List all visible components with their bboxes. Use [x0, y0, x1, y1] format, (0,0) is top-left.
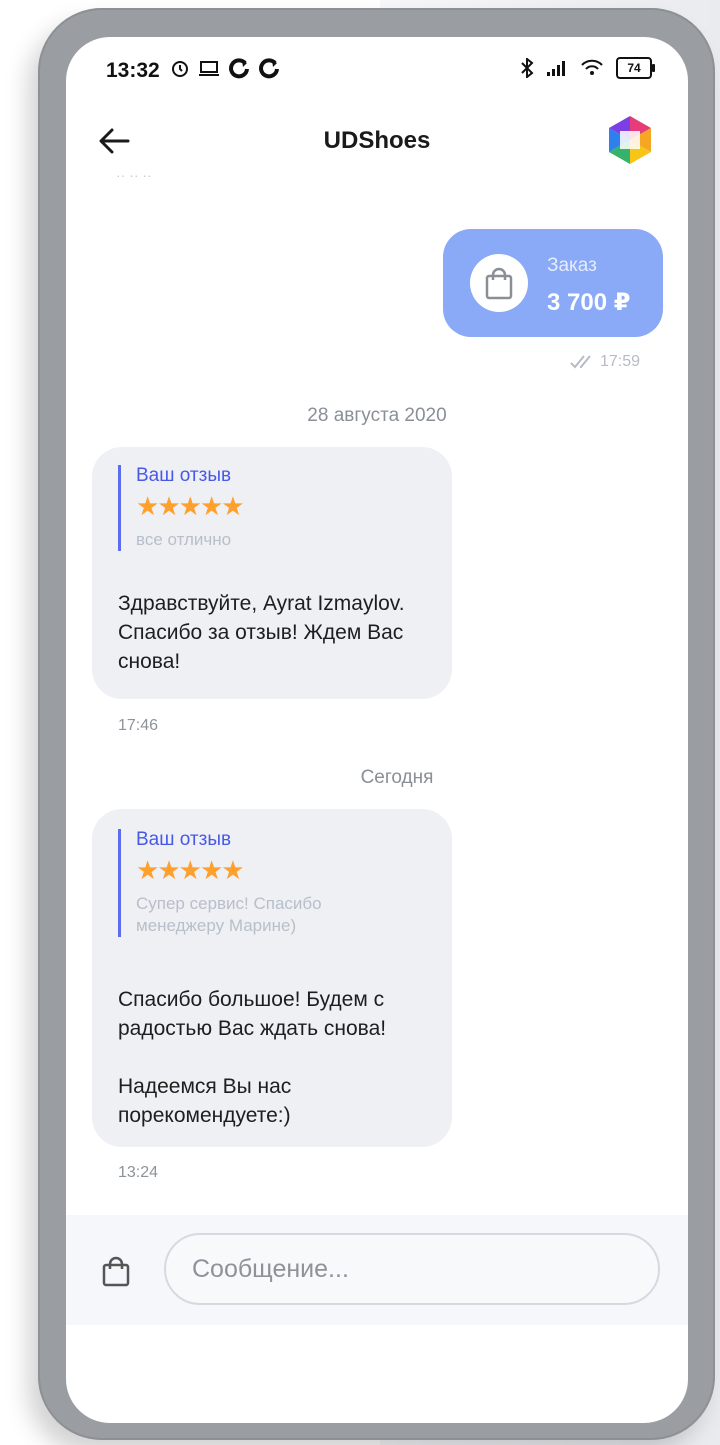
laptop-icon [199, 61, 219, 76]
star-icon: ★ [178, 855, 202, 885]
signal-icon [547, 61, 565, 76]
review-text: все отлично [136, 530, 232, 549]
chat-title: UDShoes [323, 127, 431, 154]
message-composer: Сообщение... [66, 1215, 688, 1325]
message-time: 17:46 [118, 717, 159, 734]
sync-icon [259, 58, 279, 79]
review-reply-bubble[interactable]: Ваш отзыв ★ ★ ★ ★ ★ все отлично Здравств… [92, 447, 452, 699]
star-icon: ★ [199, 855, 223, 885]
cut-off-timestamp: ·· ·· ·· [116, 167, 152, 183]
star-icon: ★ [157, 855, 180, 885]
status-bar: 13:32 74 [66, 37, 688, 97]
status-icons-right: 74 [520, 57, 655, 79]
sync-icon [229, 58, 249, 79]
star-icon: ★ [157, 491, 180, 521]
message-time: 13:24 [118, 1164, 159, 1181]
reply-text: Спасибо большое! Будем с радостью Вас жд… [118, 988, 387, 1127]
order-message-time: 17:59 [570, 353, 640, 371]
app-screen: 13:32 74 UDShoes ·· ·· ·· Заказ 3 700 ₽ … [66, 37, 688, 1423]
date-separator: 28 августа 2020 [307, 405, 447, 426]
message-input[interactable]: Сообщение... [164, 1233, 660, 1305]
review-quote: Ваш отзыв ★ ★ ★ ★ ★ все отлично [118, 465, 245, 551]
review-title: Ваш отзыв [136, 465, 232, 486]
chat-header: UDShoes [66, 107, 688, 177]
review-text: Супер сервис! Спасибо менеджеру Марине) [136, 894, 322, 935]
star-icon: ★ [199, 491, 223, 521]
review-reply-bubble[interactable]: Ваш отзыв ★ ★ ★ ★ ★ Супер сервис! Спасиб… [92, 809, 452, 1147]
star-icon: ★ [136, 491, 159, 521]
reply-text: Здравствуйте, Ayrat Izmaylov. Спасибо за… [118, 592, 405, 673]
order-time-text: 17:59 [599, 353, 640, 370]
wifi-icon [581, 59, 603, 75]
star-icon: ★ [178, 491, 202, 521]
bluetooth-icon [521, 58, 534, 78]
star-rating: ★ ★ ★ ★ ★ [136, 491, 245, 521]
alarm-icon [172, 61, 188, 77]
star-rating: ★ ★ ★ ★ ★ [136, 857, 366, 883]
status-time: 13:32 [106, 59, 160, 82]
double-check-icon [570, 355, 591, 369]
shopping-bag-icon [485, 267, 513, 300]
order-amount: 3 700 ₽ [547, 289, 631, 316]
star-icon: ★ [221, 855, 244, 885]
review-quote: Ваш отзыв ★ ★ ★ ★ ★ Супер сервис! Спасиб… [118, 829, 366, 937]
status-icons-left [170, 57, 280, 79]
order-bubble[interactable]: Заказ 3 700 ₽ [443, 229, 663, 337]
phone-frame: 13:32 74 UDShoes ·· ·· ·· Заказ 3 700 ₽ … [38, 8, 715, 1440]
review-title: Ваш отзыв [136, 829, 232, 850]
date-separator: Сегодня [360, 767, 434, 788]
order-label: Заказ [547, 255, 597, 276]
shopping-bag-icon[interactable] [96, 1251, 136, 1291]
order-icon-circle [470, 254, 528, 312]
battery-icon: 74 [616, 57, 655, 79]
star-icon: ★ [136, 855, 159, 885]
shop-logo-icon[interactable] [604, 114, 656, 166]
star-icon: ★ [221, 491, 244, 521]
